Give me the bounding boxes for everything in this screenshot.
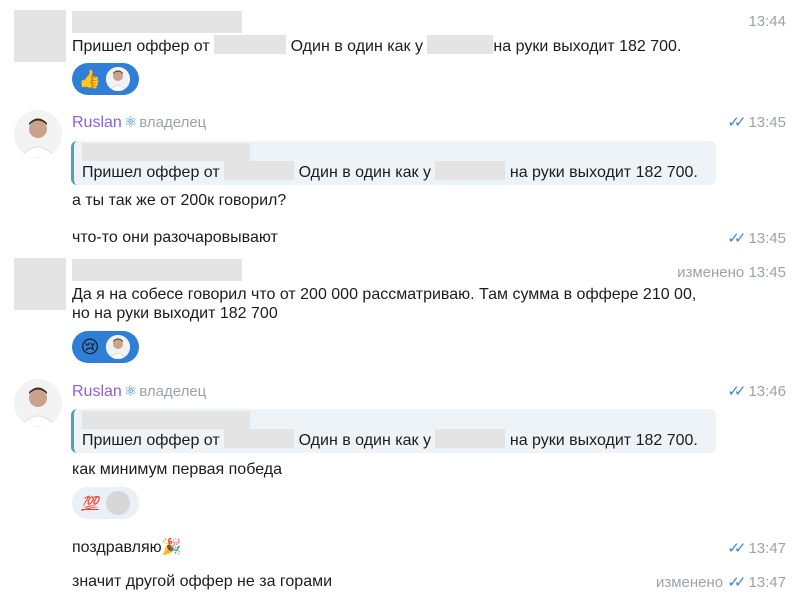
quote-text-part: Пришел оффер от [82,164,220,181]
time-value: 13:45 [748,264,786,281]
thumbs-up-icon: 👍 [78,69,102,89]
react-icon: ⚛ [123,383,138,400]
redacted-sender-name [82,411,250,429]
message-text: значит другой оффер не за горами [72,573,333,590]
sender-role: владелец [139,114,207,131]
message-text: поздравляю🎉 [72,537,182,559]
time-value: 13:45 [748,230,786,247]
message-text-part: на руки выходит 182 700. [493,38,682,55]
reaction-chip[interactable]: 😢 [72,331,139,363]
sender-role: владелец [139,383,207,400]
reaction-chip[interactable]: 👍 [72,63,139,95]
message-time: изменено 13:45 [677,264,786,281]
quote-text-part: Один в один как у [298,432,431,449]
reactor-avatar [106,335,130,359]
message-time: 13:44 [748,13,786,30]
quote-text: Пришел оффер от Один в один как у на рук… [82,429,716,452]
time-value: 13:46 [748,383,786,400]
message-time: ✓✓ 13:45 [727,229,786,247]
redacted-text [224,429,295,448]
message-text-part: Пришел оффер от [72,38,210,55]
reaction-chip[interactable]: 💯 [72,487,139,519]
avatar[interactable] [14,258,66,310]
time-value: 13:47 [748,540,786,557]
message-text-part: Один в один как у [290,38,423,55]
reactor-avatar [106,67,130,91]
reply-quote[interactable]: Пришел оффер от Один в один как у на рук… [71,409,716,453]
message-text: как минимум первая победа [72,461,282,478]
message-time: ✓✓ 13:45 [727,113,786,131]
reactor-avatar [106,491,130,515]
quote-text: Пришел оффер от Один в один как у на рук… [82,161,716,184]
avatar-ruslan[interactable] [14,379,62,427]
redacted-text [427,35,494,54]
message-time: ✓✓ 13:47 [727,539,786,557]
redacted-text [214,35,287,54]
react-icon: ⚛ [123,114,138,131]
message-header: Ruslan ⚛ владелец [72,382,206,401]
read-checks-icon: ✓✓ [727,383,746,400]
message-text: а ты так же от 200к говорил? [72,192,287,209]
message-text: Пришел оффер от Один в один как у на рук… [72,35,681,58]
read-checks-icon: ✓✓ [727,540,746,557]
message-header: Ruslan ⚛ владелец [72,113,206,132]
time-value: 13:47 [748,574,786,591]
message-time: ✓✓ 13:46 [727,382,786,400]
read-checks-icon: ✓✓ [727,230,746,247]
message-text: но на руки выходит 182 700 [72,305,278,322]
reply-quote[interactable]: Пришел оффер от Один в один как у на рук… [71,141,716,185]
read-checks-icon: ✓✓ [727,114,746,131]
redacted-sender-name [72,11,242,33]
sender-name[interactable]: Ruslan [72,383,122,400]
hundred-points-icon: 💯 [81,495,99,511]
redacted-text [435,161,506,180]
quote-text-part: Пришел оффер от [82,432,220,449]
redacted-sender-name [72,259,242,281]
message-text: что-то они разочаровывают [72,229,278,246]
crying-face-icon: 😢 [80,337,100,357]
time-value: 13:45 [748,114,786,131]
edited-label: изменено [655,574,724,591]
message-text-part: поздравляю [72,539,162,556]
avatar-ruslan[interactable] [14,110,62,158]
message-time: изменено ✓✓ 13:47 [656,573,786,591]
party-popper-icon: 🎉 [161,539,182,556]
read-checks-icon: ✓✓ [727,574,746,591]
edited-label: изменено [677,264,745,281]
redacted-text [435,429,506,448]
redacted-sender-name [82,143,250,161]
avatar[interactable] [14,10,66,62]
quote-text-part: на руки выходит 182 700. [509,164,698,181]
quote-text-part: на руки выходит 182 700. [509,432,698,449]
redacted-text [224,161,295,180]
quote-text-part: Один в один как у [298,164,431,181]
sender-name[interactable]: Ruslan [72,114,122,131]
